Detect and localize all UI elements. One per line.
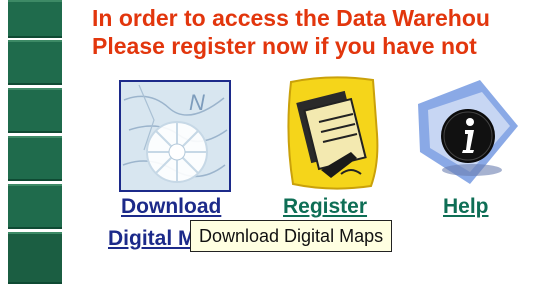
nav-segment[interactable] [8, 232, 62, 284]
download-maps-tile[interactable]: N [119, 80, 231, 192]
register-form-icon [287, 76, 379, 190]
register-tile[interactable] [281, 74, 381, 194]
left-nav-strip [0, 0, 64, 284]
nav-segment[interactable] [8, 136, 62, 181]
page-heading: In order to access the Data Warehou Plea… [92, 4, 550, 60]
tooltip: Download Digital Maps [190, 220, 393, 252]
nav-segment[interactable] [8, 88, 62, 133]
help-link[interactable]: Help [443, 194, 489, 220]
compass-map-icon: N [119, 80, 231, 192]
nav-segment[interactable] [8, 184, 62, 229]
nav-segment[interactable] [8, 40, 62, 85]
download-link[interactable]: Download [121, 194, 221, 220]
nav-segment[interactable] [8, 0, 62, 38]
info-icon [418, 80, 518, 184]
download-link-line-2[interactable]: Digital M [108, 226, 196, 252]
help-tile[interactable] [410, 74, 524, 190]
heading-line-1: In order to access the Data Warehou [92, 5, 490, 31]
register-link[interactable]: Register [283, 194, 367, 220]
svg-text:N: N [189, 90, 205, 115]
heading-line-2: Please register now if you have not [92, 33, 477, 59]
